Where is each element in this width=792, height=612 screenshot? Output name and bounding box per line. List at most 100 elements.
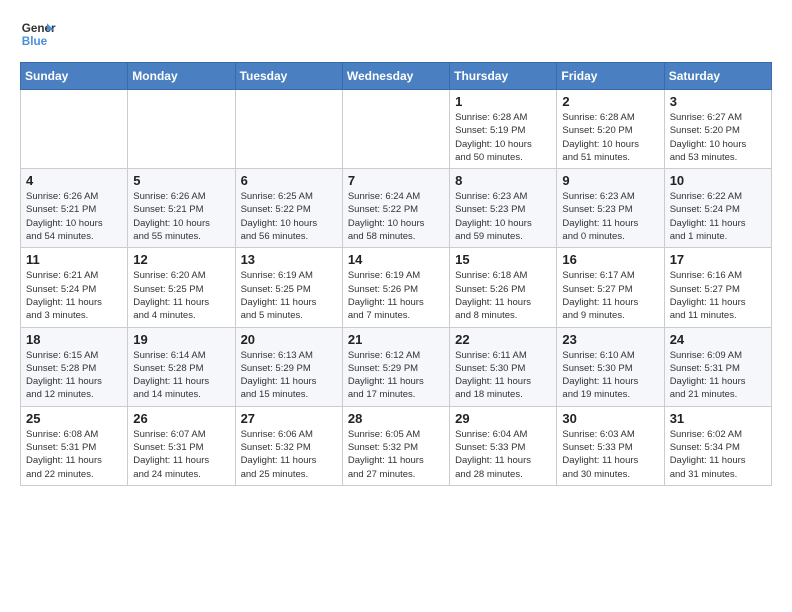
weekday-header: Monday xyxy=(128,63,235,90)
weekday-header: Saturday xyxy=(664,63,771,90)
calendar-cell xyxy=(342,90,449,169)
calendar-cell: 20Sunrise: 6:13 AM Sunset: 5:29 PM Dayli… xyxy=(235,327,342,406)
day-number: 2 xyxy=(562,94,658,109)
day-info: Sunrise: 6:14 AM Sunset: 5:28 PM Dayligh… xyxy=(133,349,229,402)
day-number: 23 xyxy=(562,332,658,347)
day-number: 19 xyxy=(133,332,229,347)
calendar-cell: 17 Sunrise: 6:16 AM Sunset: 5:27 PM Dayli… xyxy=(664,248,771,327)
calendar-cell: 11 Sunrise: 6:21 AM Sunset: 5:24 PM Dayli… xyxy=(21,248,128,327)
calendar-cell: 15Sunrise: 6:18 AM Sunset: 5:26 PM Dayli… xyxy=(450,248,557,327)
day-number: 6 xyxy=(241,173,337,188)
day-info: Sunrise: 6:16 AM Sunset: 5:27 PM Dayligh… xyxy=(670,269,766,322)
calendar-cell: 7Sunrise: 6:24 AM Sunset: 5:22 PM Daylig… xyxy=(342,169,449,248)
day-number: 24 xyxy=(670,332,766,347)
day-info: Sunrise: 6:26 AM Sunset: 5:21 PM Dayligh… xyxy=(133,190,229,243)
logo-icon: General Blue xyxy=(20,16,56,52)
weekday-header: Sunday xyxy=(21,63,128,90)
calendar-cell: 2 Sunrise: 6:28 AM Sunset: 5:20 PM Daylig… xyxy=(557,90,664,169)
day-number: 11 xyxy=(26,252,122,267)
calendar-cell xyxy=(235,90,342,169)
calendar-cell: 24 Sunrise: 6:09 AM Sunset: 5:31 PM Dayli… xyxy=(664,327,771,406)
weekday-header: Thursday xyxy=(450,63,557,90)
calendar-cell xyxy=(21,90,128,169)
day-info: Sunrise: 6:09 AM Sunset: 5:31 PM Dayligh… xyxy=(670,349,766,402)
day-info: Sunrise: 6:05 AM Sunset: 5:32 PM Dayligh… xyxy=(348,428,444,481)
day-info: Sunrise: 6:06 AM Sunset: 5:32 PM Dayligh… xyxy=(241,428,337,481)
day-number: 20 xyxy=(241,332,337,347)
day-number: 27 xyxy=(241,411,337,426)
day-info: Sunrise: 6:15 AM Sunset: 5:28 PM Dayligh… xyxy=(26,349,122,402)
calendar-cell: 30 Sunrise: 6:03 AM Sunset: 5:33 PM Dayli… xyxy=(557,406,664,485)
day-info: Sunrise: 6:07 AM Sunset: 5:31 PM Dayligh… xyxy=(133,428,229,481)
day-number: 5 xyxy=(133,173,229,188)
calendar-cell: 29 Sunrise: 6:04 AM Sunset: 5:33 PM Dayli… xyxy=(450,406,557,485)
calendar-cell: 25 Sunrise: 6:08 AM Sunset: 5:31 PM Dayli… xyxy=(21,406,128,485)
day-info: Sunrise: 6:21 AM Sunset: 5:24 PM Dayligh… xyxy=(26,269,122,322)
calendar-cell: 4Sunrise: 6:26 AM Sunset: 5:21 PM Daylig… xyxy=(21,169,128,248)
calendar-cell: 9 Sunrise: 6:23 AM Sunset: 5:23 PM Daylig… xyxy=(557,169,664,248)
day-number: 9 xyxy=(562,173,658,188)
day-number: 12 xyxy=(133,252,229,267)
day-info: Sunrise: 6:04 AM Sunset: 5:33 PM Dayligh… xyxy=(455,428,551,481)
day-info: Sunrise: 6:08 AM Sunset: 5:31 PM Dayligh… xyxy=(26,428,122,481)
day-number: 21 xyxy=(348,332,444,347)
day-number: 30 xyxy=(562,411,658,426)
day-number: 29 xyxy=(455,411,551,426)
day-info: Sunrise: 6:28 AM Sunset: 5:19 PM Dayligh… xyxy=(455,111,551,164)
day-info: Sunrise: 6:28 AM Sunset: 5:20 PM Dayligh… xyxy=(562,111,658,164)
calendar: SundayMondayTuesdayWednesdayThursdayFrid… xyxy=(20,62,772,486)
day-number: 22 xyxy=(455,332,551,347)
calendar-cell xyxy=(128,90,235,169)
weekday-header: Tuesday xyxy=(235,63,342,90)
day-number: 18 xyxy=(26,332,122,347)
day-info: Sunrise: 6:10 AM Sunset: 5:30 PM Dayligh… xyxy=(562,349,658,402)
calendar-cell: 1 Sunrise: 6:28 AM Sunset: 5:19 PM Daylig… xyxy=(450,90,557,169)
day-info: Sunrise: 6:12 AM Sunset: 5:29 PM Dayligh… xyxy=(348,349,444,402)
day-info: Sunrise: 6:24 AM Sunset: 5:22 PM Dayligh… xyxy=(348,190,444,243)
day-number: 25 xyxy=(26,411,122,426)
calendar-cell: 22Sunrise: 6:11 AM Sunset: 5:30 PM Dayli… xyxy=(450,327,557,406)
day-number: 31 xyxy=(670,411,766,426)
calendar-cell: 26 Sunrise: 6:07 AM Sunset: 5:31 PM Dayli… xyxy=(128,406,235,485)
day-info: Sunrise: 6:22 AM Sunset: 5:24 PM Dayligh… xyxy=(670,190,766,243)
day-number: 15 xyxy=(455,252,551,267)
day-info: Sunrise: 6:03 AM Sunset: 5:33 PM Dayligh… xyxy=(562,428,658,481)
calendar-cell: 28 Sunrise: 6:05 AM Sunset: 5:32 PM Dayli… xyxy=(342,406,449,485)
day-info: Sunrise: 6:17 AM Sunset: 5:27 PM Dayligh… xyxy=(562,269,658,322)
calendar-cell: 23 Sunrise: 6:10 AM Sunset: 5:30 PM Dayli… xyxy=(557,327,664,406)
calendar-cell: 18 Sunrise: 6:15 AM Sunset: 5:28 PM Dayli… xyxy=(21,327,128,406)
day-info: Sunrise: 6:23 AM Sunset: 5:23 PM Dayligh… xyxy=(562,190,658,243)
day-number: 10 xyxy=(670,173,766,188)
day-number: 17 xyxy=(670,252,766,267)
calendar-cell: 27 Sunrise: 6:06 AM Sunset: 5:32 PM Dayli… xyxy=(235,406,342,485)
calendar-cell: 5 Sunrise: 6:26 AM Sunset: 5:21 PM Daylig… xyxy=(128,169,235,248)
day-info: Sunrise: 6:02 AM Sunset: 5:34 PM Dayligh… xyxy=(670,428,766,481)
calendar-cell: 10 Sunrise: 6:22 AM Sunset: 5:24 PM Dayli… xyxy=(664,169,771,248)
day-number: 28 xyxy=(348,411,444,426)
calendar-cell: 8 Sunrise: 6:23 AM Sunset: 5:23 PM Daylig… xyxy=(450,169,557,248)
day-info: Sunrise: 6:20 AM Sunset: 5:25 PM Dayligh… xyxy=(133,269,229,322)
day-number: 13 xyxy=(241,252,337,267)
svg-text:Blue: Blue xyxy=(22,35,48,48)
day-number: 8 xyxy=(455,173,551,188)
header: General Blue xyxy=(20,16,772,52)
calendar-cell: 19 Sunrise: 6:14 AM Sunset: 5:28 PM Dayli… xyxy=(128,327,235,406)
calendar-cell: 31 Sunrise: 6:02 AM Sunset: 5:34 PM Dayli… xyxy=(664,406,771,485)
day-info: Sunrise: 6:23 AM Sunset: 5:23 PM Dayligh… xyxy=(455,190,551,243)
weekday-header: Wednesday xyxy=(342,63,449,90)
day-number: 16 xyxy=(562,252,658,267)
day-info: Sunrise: 6:25 AM Sunset: 5:22 PM Dayligh… xyxy=(241,190,337,243)
calendar-header: SundayMondayTuesdayWednesdayThursdayFrid… xyxy=(21,63,772,90)
calendar-cell: 16 Sunrise: 6:17 AM Sunset: 5:27 PM Dayli… xyxy=(557,248,664,327)
day-info: Sunrise: 6:27 AM Sunset: 5:20 PM Dayligh… xyxy=(670,111,766,164)
day-info: Sunrise: 6:19 AM Sunset: 5:25 PM Dayligh… xyxy=(241,269,337,322)
day-number: 1 xyxy=(455,94,551,109)
weekday-header: Friday xyxy=(557,63,664,90)
day-info: Sunrise: 6:26 AM Sunset: 5:21 PM Dayligh… xyxy=(26,190,122,243)
day-number: 14 xyxy=(348,252,444,267)
calendar-cell: 13 Sunrise: 6:19 AM Sunset: 5:25 PM Dayli… xyxy=(235,248,342,327)
day-number: 26 xyxy=(133,411,229,426)
calendar-cell: 14Sunrise: 6:19 AM Sunset: 5:26 PM Dayli… xyxy=(342,248,449,327)
logo: General Blue xyxy=(20,16,56,52)
calendar-cell: 12 Sunrise: 6:20 AM Sunset: 5:25 PM Dayli… xyxy=(128,248,235,327)
